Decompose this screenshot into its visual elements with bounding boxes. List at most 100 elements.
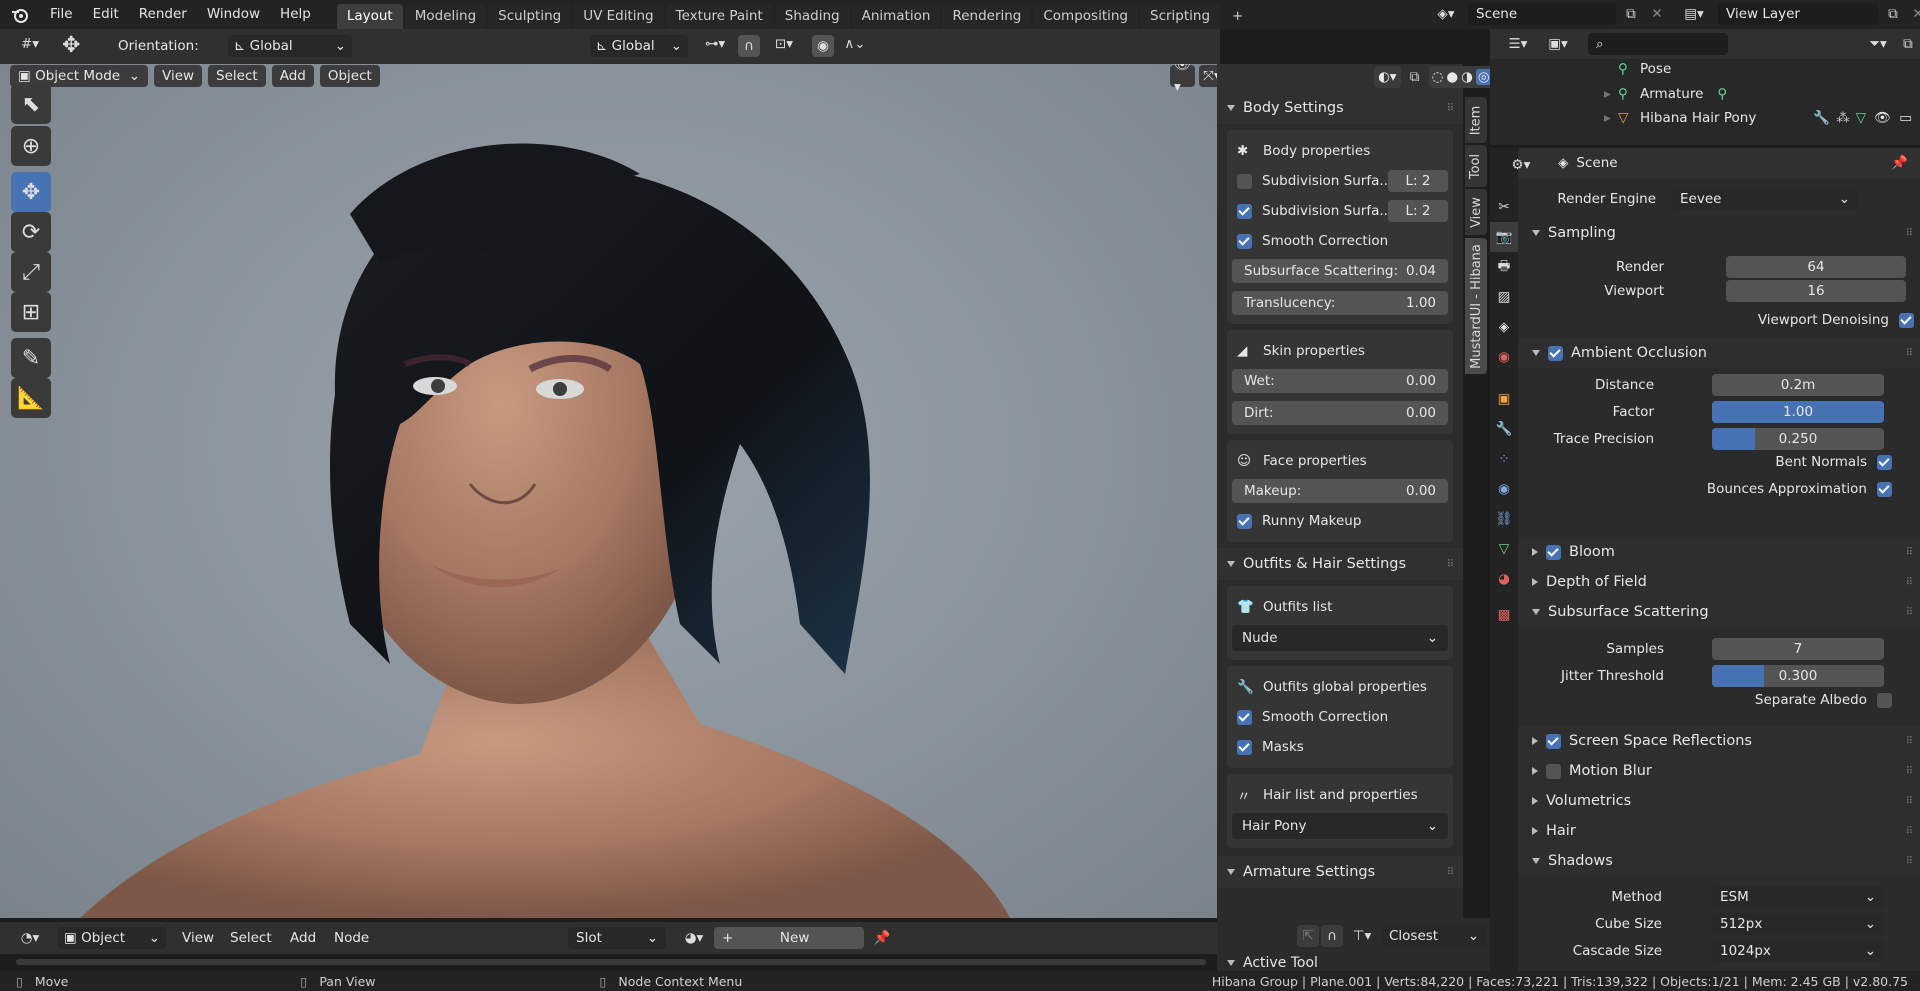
viewport-menu-add[interactable]: Add xyxy=(271,65,314,87)
tab-animation[interactable]: Animation xyxy=(851,4,941,29)
view-layer-icon[interactable]: ▤▾ xyxy=(1674,6,1714,22)
solid-shading-icon[interactable]: ● xyxy=(1446,69,1458,85)
remove-view-layer-icon[interactable]: ✕ xyxy=(1908,6,1920,22)
pin-icon[interactable]: 📌 xyxy=(1891,155,1908,171)
menu-render[interactable]: Render xyxy=(129,0,197,29)
scene-name-field[interactable]: Scene xyxy=(1468,3,1616,25)
cursor-tool-icon[interactable]: ⊕ xyxy=(11,126,51,166)
tab-rendering[interactable]: Rendering xyxy=(942,4,1032,29)
snap-toggle-icon[interactable]: ⇱ xyxy=(1297,925,1319,947)
motion-blur-checkbox[interactable] xyxy=(1546,763,1561,779)
constraints-tab-icon[interactable]: ⛓ xyxy=(1490,504,1518,534)
dirt-slider[interactable]: Dirt: 0.00 xyxy=(1232,401,1448,425)
output-tab-icon[interactable]: 🖶 xyxy=(1490,252,1518,282)
smooth-correction-checkbox[interactable] xyxy=(1237,233,1252,249)
snap-grid-icon[interactable]: #▾ xyxy=(10,36,50,52)
shader-type-dropdown[interactable]: ▣ Object ⌄ xyxy=(58,927,166,949)
render-samples-field[interactable]: 64 xyxy=(1726,256,1906,278)
particles-tab-icon[interactable]: ⁘ xyxy=(1490,444,1518,474)
makeup-slider[interactable]: Makeup: 0.00 xyxy=(1232,479,1448,503)
npanel-tab-item[interactable]: Item xyxy=(1465,97,1487,143)
menu-help[interactable]: Help xyxy=(270,0,321,29)
armature-settings-header[interactable]: Armature Settings ⠿ xyxy=(1217,856,1463,888)
outfits-hair-header[interactable]: Outfits & Hair Settings ⠿ xyxy=(1217,548,1463,580)
3d-viewport[interactable]: ▣ Object Mode ⌄ View Select Add Object 👁… xyxy=(0,64,1220,918)
copy-view-layer-icon[interactable]: ⧉ xyxy=(1882,6,1904,22)
wireframe-shading-icon[interactable]: ◌ xyxy=(1432,69,1444,85)
render-visibility-icon[interactable]: ▭ xyxy=(1899,110,1912,126)
outliner-item[interactable]: ⚲ Pose xyxy=(1618,59,1671,79)
pin-icon[interactable]: 📌 xyxy=(870,927,894,949)
tab-layout[interactable]: Layout xyxy=(336,4,403,29)
falloff-icon[interactable]: ∧⌄ xyxy=(838,36,872,52)
menu-edit[interactable]: Edit xyxy=(83,0,129,29)
blender-logo-icon[interactable] xyxy=(0,0,40,29)
xray-icon[interactable]: ⧉ xyxy=(1403,69,1427,85)
motion-blur-header[interactable]: Motion Blur ⠿ xyxy=(1518,756,1920,786)
render-engine-dropdown[interactable]: Eevee ⌄ xyxy=(1672,188,1858,210)
outliner-item[interactable]: ▸ ▽ Hibana Hair Pony 🔧 ⁂ ▽ 👁 ▭ xyxy=(1604,108,1920,128)
pivot-point-icon[interactable]: ⊶▾ xyxy=(696,36,734,52)
bounces-checkbox[interactable] xyxy=(1877,481,1892,497)
viewport-samples-field[interactable]: 16 xyxy=(1726,280,1906,302)
proportional-edit-icon[interactable]: ◉ xyxy=(812,35,834,57)
texture-tab-icon[interactable]: ▩ xyxy=(1490,600,1518,630)
node-editor-area[interactable] xyxy=(0,954,1217,971)
wet-slider[interactable]: Wet: 0.00 xyxy=(1232,369,1448,393)
npanel-tab-mustardui[interactable]: MustardUI - Hibana xyxy=(1465,238,1487,374)
tab-sculpting[interactable]: Sculpting xyxy=(488,4,572,29)
magnet-icon[interactable]: ∩ xyxy=(1321,925,1343,947)
view-layer-field[interactable]: View Layer xyxy=(1718,3,1878,25)
new-material-button[interactable]: + New xyxy=(714,927,864,949)
remove-scene-icon[interactable]: ✕ xyxy=(1646,6,1668,22)
sampling-header[interactable]: Sampling ⠿ xyxy=(1518,218,1920,248)
interpolation-icon[interactable]: ⊤▾ xyxy=(1345,925,1379,947)
bent-normals-checkbox[interactable] xyxy=(1877,454,1892,470)
sss-slider[interactable]: Subsurface Scattering: 0.04 xyxy=(1232,259,1448,283)
npanel-tab-tool[interactable]: Tool xyxy=(1465,145,1487,187)
scene-icon[interactable]: ◈▾ xyxy=(1428,6,1464,22)
node-menu-node[interactable]: Node xyxy=(326,927,377,949)
subdivision-2-level[interactable]: L: 2 xyxy=(1388,200,1448,222)
ao-header[interactable]: Ambient Occlusion ⠿ xyxy=(1518,338,1920,368)
add-workspace-icon[interactable]: + xyxy=(1222,4,1253,29)
cube-size-dropdown[interactable]: 512px ⌄ xyxy=(1712,913,1884,935)
viewport-menu-select[interactable]: Select xyxy=(208,65,266,87)
outliner-item[interactable]: ▸ ⚲ Armature ⚲ xyxy=(1604,84,1727,104)
tab-modeling[interactable]: Modeling xyxy=(404,4,487,29)
hair-dropdown[interactable]: Hair Pony ⌄ xyxy=(1232,813,1448,839)
tab-scripting[interactable]: Scripting xyxy=(1140,4,1221,29)
visibility-icon[interactable]: 👁 xyxy=(1874,110,1891,126)
menu-file[interactable]: File xyxy=(40,0,83,29)
material-shading-icon[interactable]: ◑ xyxy=(1461,69,1473,85)
orientation-dropdown[interactable]: ⊾ Global ⌄ xyxy=(228,35,352,57)
copy-scene-icon[interactable]: ⧉ xyxy=(1620,6,1642,22)
sss-samples-field[interactable]: 7 xyxy=(1712,638,1884,660)
dof-header[interactable]: Depth of Field ⠿ xyxy=(1518,567,1920,597)
ao-checkbox[interactable] xyxy=(1548,345,1563,361)
tab-uv-editing[interactable]: UV Editing xyxy=(573,4,664,29)
node-menu-add[interactable]: Add xyxy=(282,927,324,949)
scene-tab-icon[interactable]: ◈ xyxy=(1490,312,1518,342)
node-menu-view[interactable]: View xyxy=(174,927,222,949)
modifier-tab-icon[interactable]: 🔧 xyxy=(1490,414,1518,444)
outliner-editor-icon[interactable]: ☰▾ xyxy=(1498,36,1538,52)
ao-factor-slider[interactable]: 1.00 xyxy=(1712,401,1884,423)
properties-editor-type-icon[interactable]: ⚙▾ xyxy=(1502,154,1540,176)
filter-icon[interactable]: ⏷▾ xyxy=(1860,36,1896,52)
shadow-method-dropdown[interactable]: ESM ⌄ xyxy=(1712,886,1884,908)
hair-header[interactable]: Hair ⠿ xyxy=(1518,816,1920,846)
measure-tool-icon[interactable]: 📐 xyxy=(11,378,51,418)
outfit-smooth-checkbox[interactable] xyxy=(1237,709,1252,725)
interpolation-dropdown[interactable]: Closest ⌄ xyxy=(1381,925,1487,947)
ssr-header[interactable]: Screen Space Reflections ⠿ xyxy=(1518,726,1920,756)
translucency-slider[interactable]: Translucency: 1.00 xyxy=(1232,291,1448,315)
view-layer-tab-icon[interactable]: ▨ xyxy=(1490,282,1518,312)
ssr-checkbox[interactable] xyxy=(1546,733,1561,749)
volumetrics-header[interactable]: Volumetrics ⠿ xyxy=(1518,786,1920,816)
physics-tab-icon[interactable]: ◉ xyxy=(1490,474,1518,504)
snap-magnet-icon[interactable]: ∩ xyxy=(738,35,760,57)
subdivision-1-checkbox[interactable] xyxy=(1237,173,1252,189)
separate-albedo-checkbox[interactable] xyxy=(1877,692,1892,708)
active-tool-header[interactable]: Active Tool xyxy=(1217,954,1463,971)
